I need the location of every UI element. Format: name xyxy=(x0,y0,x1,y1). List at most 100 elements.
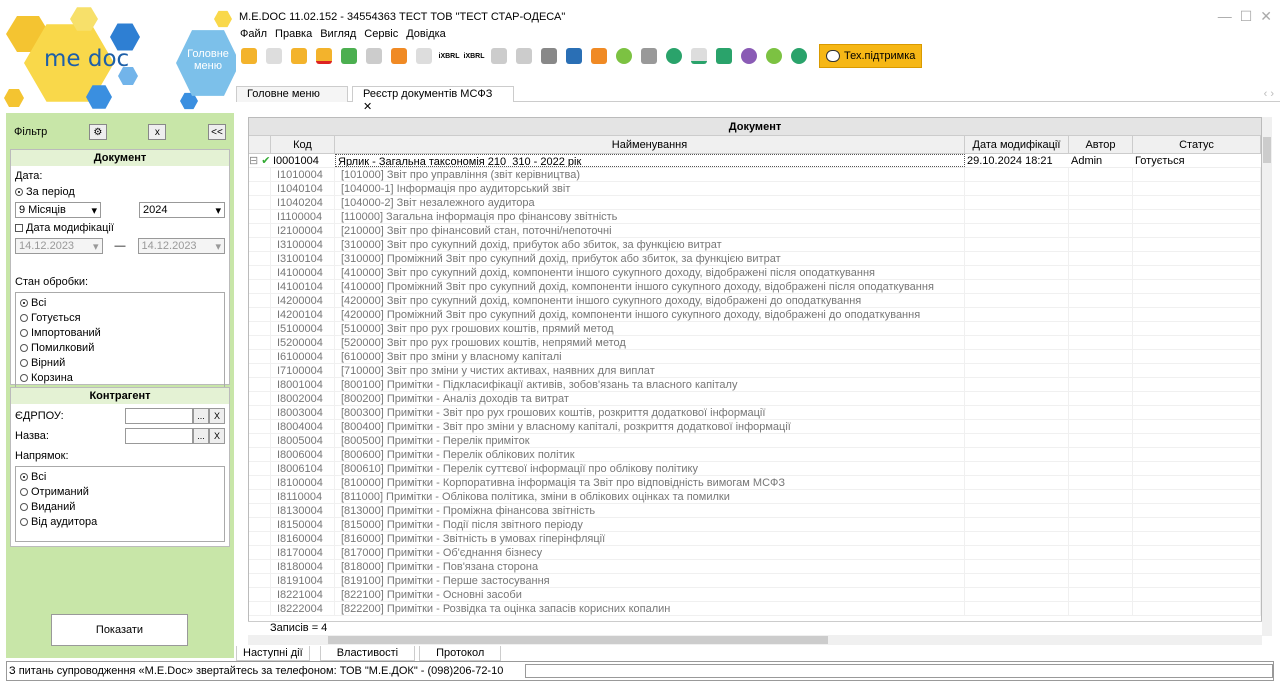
document-add-icon[interactable] xyxy=(413,45,435,67)
delete-icon[interactable] xyxy=(313,45,335,67)
state-radio[interactable] xyxy=(20,373,28,382)
table-row[interactable]: I8110004 [811000] Примітки - Облікова пол… xyxy=(249,490,1261,504)
tab-nav-icon[interactable]: ‹ › xyxy=(1264,88,1274,100)
refresh-icon[interactable] xyxy=(763,45,785,67)
close-icon[interactable]: ✕ xyxy=(1260,8,1272,25)
new-document-icon[interactable] xyxy=(263,45,285,67)
tab-properties[interactable]: Властивості xyxy=(319,646,416,661)
name-field[interactable] xyxy=(125,428,193,444)
package-icon[interactable] xyxy=(588,45,610,67)
direction-radio[interactable] xyxy=(20,487,28,496)
table-row[interactable]: I4200004 [420000] Звіт про сукупний дохід… xyxy=(249,294,1261,308)
direction-radio[interactable] xyxy=(20,472,28,481)
shapes-icon[interactable] xyxy=(738,45,760,67)
archive-icon[interactable] xyxy=(538,45,560,67)
print-icon[interactable] xyxy=(563,45,585,67)
table-row[interactable]: I4100004 [410000] Звіт про сукупний дохід… xyxy=(249,266,1261,280)
download-icon[interactable] xyxy=(788,45,810,67)
filter-document-icon[interactable] xyxy=(513,45,535,67)
column-mod-date[interactable]: Дата модифікації xyxy=(965,136,1069,153)
tab-ifrs-registry[interactable]: Реєстр документів МСФЗ ✕ xyxy=(352,86,514,113)
open-folder-icon[interactable] xyxy=(288,45,310,67)
state-radio[interactable] xyxy=(20,313,28,322)
menu-edit[interactable]: Правка xyxy=(275,28,312,42)
date-to-select[interactable]: 14.12.2023 ▾ xyxy=(137,238,225,254)
vertical-scrollbar[interactable] xyxy=(1262,117,1272,636)
table-row[interactable]: I8002004 [800200] Примітки - Аналіз доход… xyxy=(249,392,1261,406)
column-code[interactable]: Код xyxy=(271,136,335,153)
minimize-icon[interactable]: — xyxy=(1218,8,1232,25)
table-row[interactable]: I8003004 [800300] Примітки - Звіт про рух… xyxy=(249,406,1261,420)
table-row[interactable]: I7100004 [710000] Звіт про зміни у чистих… xyxy=(249,364,1261,378)
table-row[interactable]: I1040104 [104000-1] Інформація про аудито… xyxy=(249,182,1261,196)
table-row[interactable]: ⊟ ✔ I0001004 Ярлик - Загальна таксономія… xyxy=(249,154,1261,168)
menu-view[interactable]: Вигляд xyxy=(320,28,356,42)
edrpou-field[interactable] xyxy=(125,408,193,424)
sign-icon[interactable] xyxy=(613,45,635,67)
state-radio[interactable] xyxy=(20,358,28,367)
mail-icon[interactable] xyxy=(713,45,735,67)
table-row[interactable]: I8191004 [819100] Примітки - Перше застос… xyxy=(249,574,1261,588)
table-row[interactable]: I8006004 [800600] Примітки - Перелік облі… xyxy=(249,448,1261,462)
column-status[interactable]: Статус xyxy=(1133,136,1261,153)
table-row[interactable]: I6100004 [610000] Звіт про зміни у власно… xyxy=(249,350,1261,364)
menu-service[interactable]: Сервіс xyxy=(364,28,398,42)
table-row[interactable]: I8150004 [815000] Примітки - Події після … xyxy=(249,518,1261,532)
ixbrl-export-icon[interactable]: iXBRL xyxy=(463,45,485,67)
mod-date-checkbox[interactable] xyxy=(15,224,23,232)
copy-icon[interactable] xyxy=(338,45,360,67)
settings-icon[interactable]: ⚙ xyxy=(88,124,107,140)
column-name[interactable]: Найменування xyxy=(335,136,965,153)
table-row[interactable]: I8170004 [817000] Примітки - Об'єднання б… xyxy=(249,546,1261,560)
collapse-button[interactable]: x xyxy=(148,124,167,140)
new-folder-icon[interactable] xyxy=(238,45,260,67)
tab-next-actions[interactable]: Наступні дії xyxy=(236,646,310,661)
certificate-icon[interactable] xyxy=(638,45,660,67)
table-row[interactable]: I8001004 [800100] Примітки - Підкласифіка… xyxy=(249,378,1261,392)
main-menu-button[interactable]: Головне меню xyxy=(176,30,236,96)
maximize-icon[interactable]: ☐ xyxy=(1240,8,1253,25)
horizontal-scrollbar[interactable] xyxy=(248,635,1262,645)
table-row[interactable]: I1100004 [110000] Загальна інформація про… xyxy=(249,210,1261,224)
name-clear-button[interactable]: X xyxy=(209,428,225,444)
table-row[interactable]: I8004004 [800400] Примітки - Звіт про змі… xyxy=(249,420,1261,434)
state-radio[interactable] xyxy=(20,328,28,337)
ixbrl-import-icon[interactable]: iXBRL xyxy=(438,45,460,67)
table-row[interactable]: I3100004 [310000] Звіт про сукупний дохід… xyxy=(249,238,1261,252)
period-select[interactable]: 9 Місяців ▾ xyxy=(15,202,101,218)
close-tab-icon[interactable]: ✕ xyxy=(363,101,372,113)
tab-protocol[interactable]: Протокол xyxy=(419,646,502,661)
edrpou-browse-button[interactable]: ... xyxy=(193,408,209,424)
date-from-select[interactable]: 14.12.2023 ▾ xyxy=(15,238,103,254)
table-row[interactable]: I8221004 [822100] Примітки - Основні засо… xyxy=(249,588,1261,602)
hide-panel-button[interactable]: << xyxy=(208,124,226,140)
table-row[interactable]: I5100004 [510000] Звіт про рух грошових к… xyxy=(249,322,1261,336)
menu-help[interactable]: Довідка xyxy=(406,28,446,42)
state-radio[interactable] xyxy=(20,343,28,352)
check-document-icon[interactable] xyxy=(688,45,710,67)
table-row[interactable]: I3100104 [310000] Проміжний Звіт про суку… xyxy=(249,252,1261,266)
table-row[interactable]: I8222004 [822200] Примітки - Розвідка та … xyxy=(249,602,1261,616)
table-row[interactable]: I8160004 [816000] Примітки - Звітність в … xyxy=(249,532,1261,546)
year-select[interactable]: 2024 ▾ xyxy=(139,202,225,218)
edrpou-clear-button[interactable]: X xyxy=(209,408,225,424)
menu-file[interactable]: Файл xyxy=(240,28,267,42)
table-row[interactable]: I1010004 [101000] Звіт про управління (зв… xyxy=(249,168,1261,182)
search-document-icon[interactable] xyxy=(488,45,510,67)
table-row[interactable]: I8130004 [813000] Примітки - Проміжна фін… xyxy=(249,504,1261,518)
direction-radio[interactable] xyxy=(20,502,28,511)
column-author[interactable]: Автор xyxy=(1069,136,1133,153)
verify-icon[interactable] xyxy=(663,45,685,67)
table-row[interactable]: I2100004 [210000] Звіт про фінансовий ста… xyxy=(249,224,1261,238)
table-row[interactable]: I4100104 [410000] Проміжний Звіт про суку… xyxy=(249,280,1261,294)
table-row[interactable]: I4200104 [420000] Проміжний Звіт про суку… xyxy=(249,308,1261,322)
collapse-icon[interactable]: ⊟ xyxy=(249,155,258,167)
document-icon[interactable] xyxy=(363,45,385,67)
tab-main-menu[interactable]: Головне меню xyxy=(236,86,348,102)
direction-radio[interactable] xyxy=(20,517,28,526)
period-radio[interactable] xyxy=(15,188,23,196)
name-browse-button[interactable]: ... xyxy=(193,428,209,444)
vertical-scroll-thumb[interactable] xyxy=(1263,137,1271,163)
state-radio[interactable] xyxy=(20,298,28,307)
table-row[interactable]: I1040204 [104000-2] Звіт незалежного ауди… xyxy=(249,196,1261,210)
